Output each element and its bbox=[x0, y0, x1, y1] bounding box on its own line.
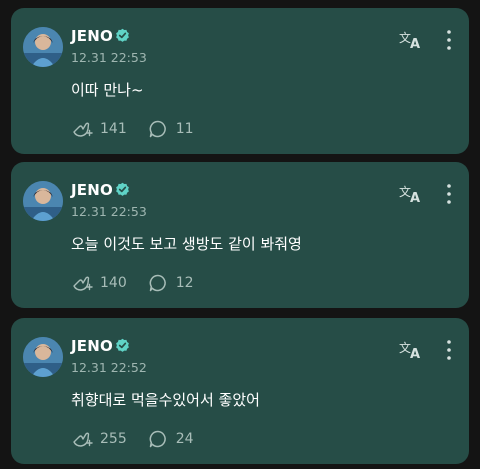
translate-icon[interactable]: 文 A bbox=[399, 182, 423, 204]
avatar[interactable] bbox=[23, 27, 63, 67]
comment-count: 12 bbox=[175, 275, 194, 291]
reaction-button[interactable]: 255 bbox=[71, 428, 147, 450]
translate-icon[interactable]: 文 A bbox=[399, 28, 423, 50]
svg-text:A: A bbox=[410, 191, 420, 204]
avatar[interactable] bbox=[23, 181, 63, 221]
verified-badge-icon bbox=[116, 182, 129, 196]
reaction-count: 255 bbox=[100, 431, 127, 447]
comment-bubble-icon bbox=[149, 430, 166, 448]
author-name[interactable]: JENO bbox=[71, 27, 113, 45]
post-card[interactable]: JENO 12.31 22:52 文 A 취향대로 먹을수있어서 좋았어 255 bbox=[11, 318, 469, 464]
translate-icon[interactable]: 文 A bbox=[399, 338, 423, 360]
more-vertical-icon[interactable] bbox=[441, 338, 457, 362]
post-feed: JENO 12.31 22:53 文 A 이따 만나~ 141 11 JENO … bbox=[0, 0, 480, 469]
reaction-add-icon bbox=[73, 122, 93, 137]
svg-text:A: A bbox=[410, 347, 420, 360]
post-card[interactable]: JENO 12.31 22:53 文 A 오늘 이것도 보고 생방도 같이 봐줘… bbox=[11, 162, 469, 308]
comment-button[interactable]: 12 bbox=[147, 272, 214, 294]
comment-button[interactable]: 24 bbox=[147, 428, 214, 450]
reaction-count: 141 bbox=[100, 121, 127, 137]
reaction-add-icon bbox=[73, 276, 93, 291]
reaction-button[interactable]: 140 bbox=[71, 272, 147, 294]
avatar[interactable] bbox=[23, 337, 63, 377]
comment-count: 24 bbox=[175, 431, 194, 447]
post-text: 취향대로 먹을수있어서 좋았어 bbox=[71, 391, 260, 409]
comment-bubble-icon bbox=[149, 120, 166, 138]
more-vertical-icon[interactable] bbox=[441, 28, 457, 52]
post-text: 오늘 이것도 보고 생방도 같이 봐줘영 bbox=[71, 235, 302, 253]
reaction-add-icon bbox=[73, 432, 93, 447]
post-timestamp: 12.31 22:53 bbox=[71, 204, 147, 219]
post-timestamp: 12.31 22:53 bbox=[71, 50, 147, 65]
post-actions: 140 12 bbox=[71, 272, 214, 294]
post-actions: 255 24 bbox=[71, 428, 214, 450]
comment-count: 11 bbox=[175, 121, 194, 137]
comment-bubble-icon bbox=[149, 274, 166, 292]
svg-text:A: A bbox=[410, 37, 420, 50]
more-vertical-icon[interactable] bbox=[441, 182, 457, 206]
post-text: 이따 만나~ bbox=[71, 81, 144, 99]
author-name[interactable]: JENO bbox=[71, 337, 113, 355]
verified-badge-icon bbox=[116, 28, 129, 42]
reaction-button[interactable]: 141 bbox=[71, 118, 147, 140]
reaction-count: 140 bbox=[100, 275, 127, 291]
post-card[interactable]: JENO 12.31 22:53 文 A 이따 만나~ 141 11 bbox=[11, 8, 469, 154]
verified-badge-icon bbox=[116, 338, 129, 352]
post-timestamp: 12.31 22:52 bbox=[71, 360, 147, 375]
post-actions: 141 11 bbox=[71, 118, 214, 140]
author-name[interactable]: JENO bbox=[71, 181, 113, 199]
comment-button[interactable]: 11 bbox=[147, 118, 214, 140]
